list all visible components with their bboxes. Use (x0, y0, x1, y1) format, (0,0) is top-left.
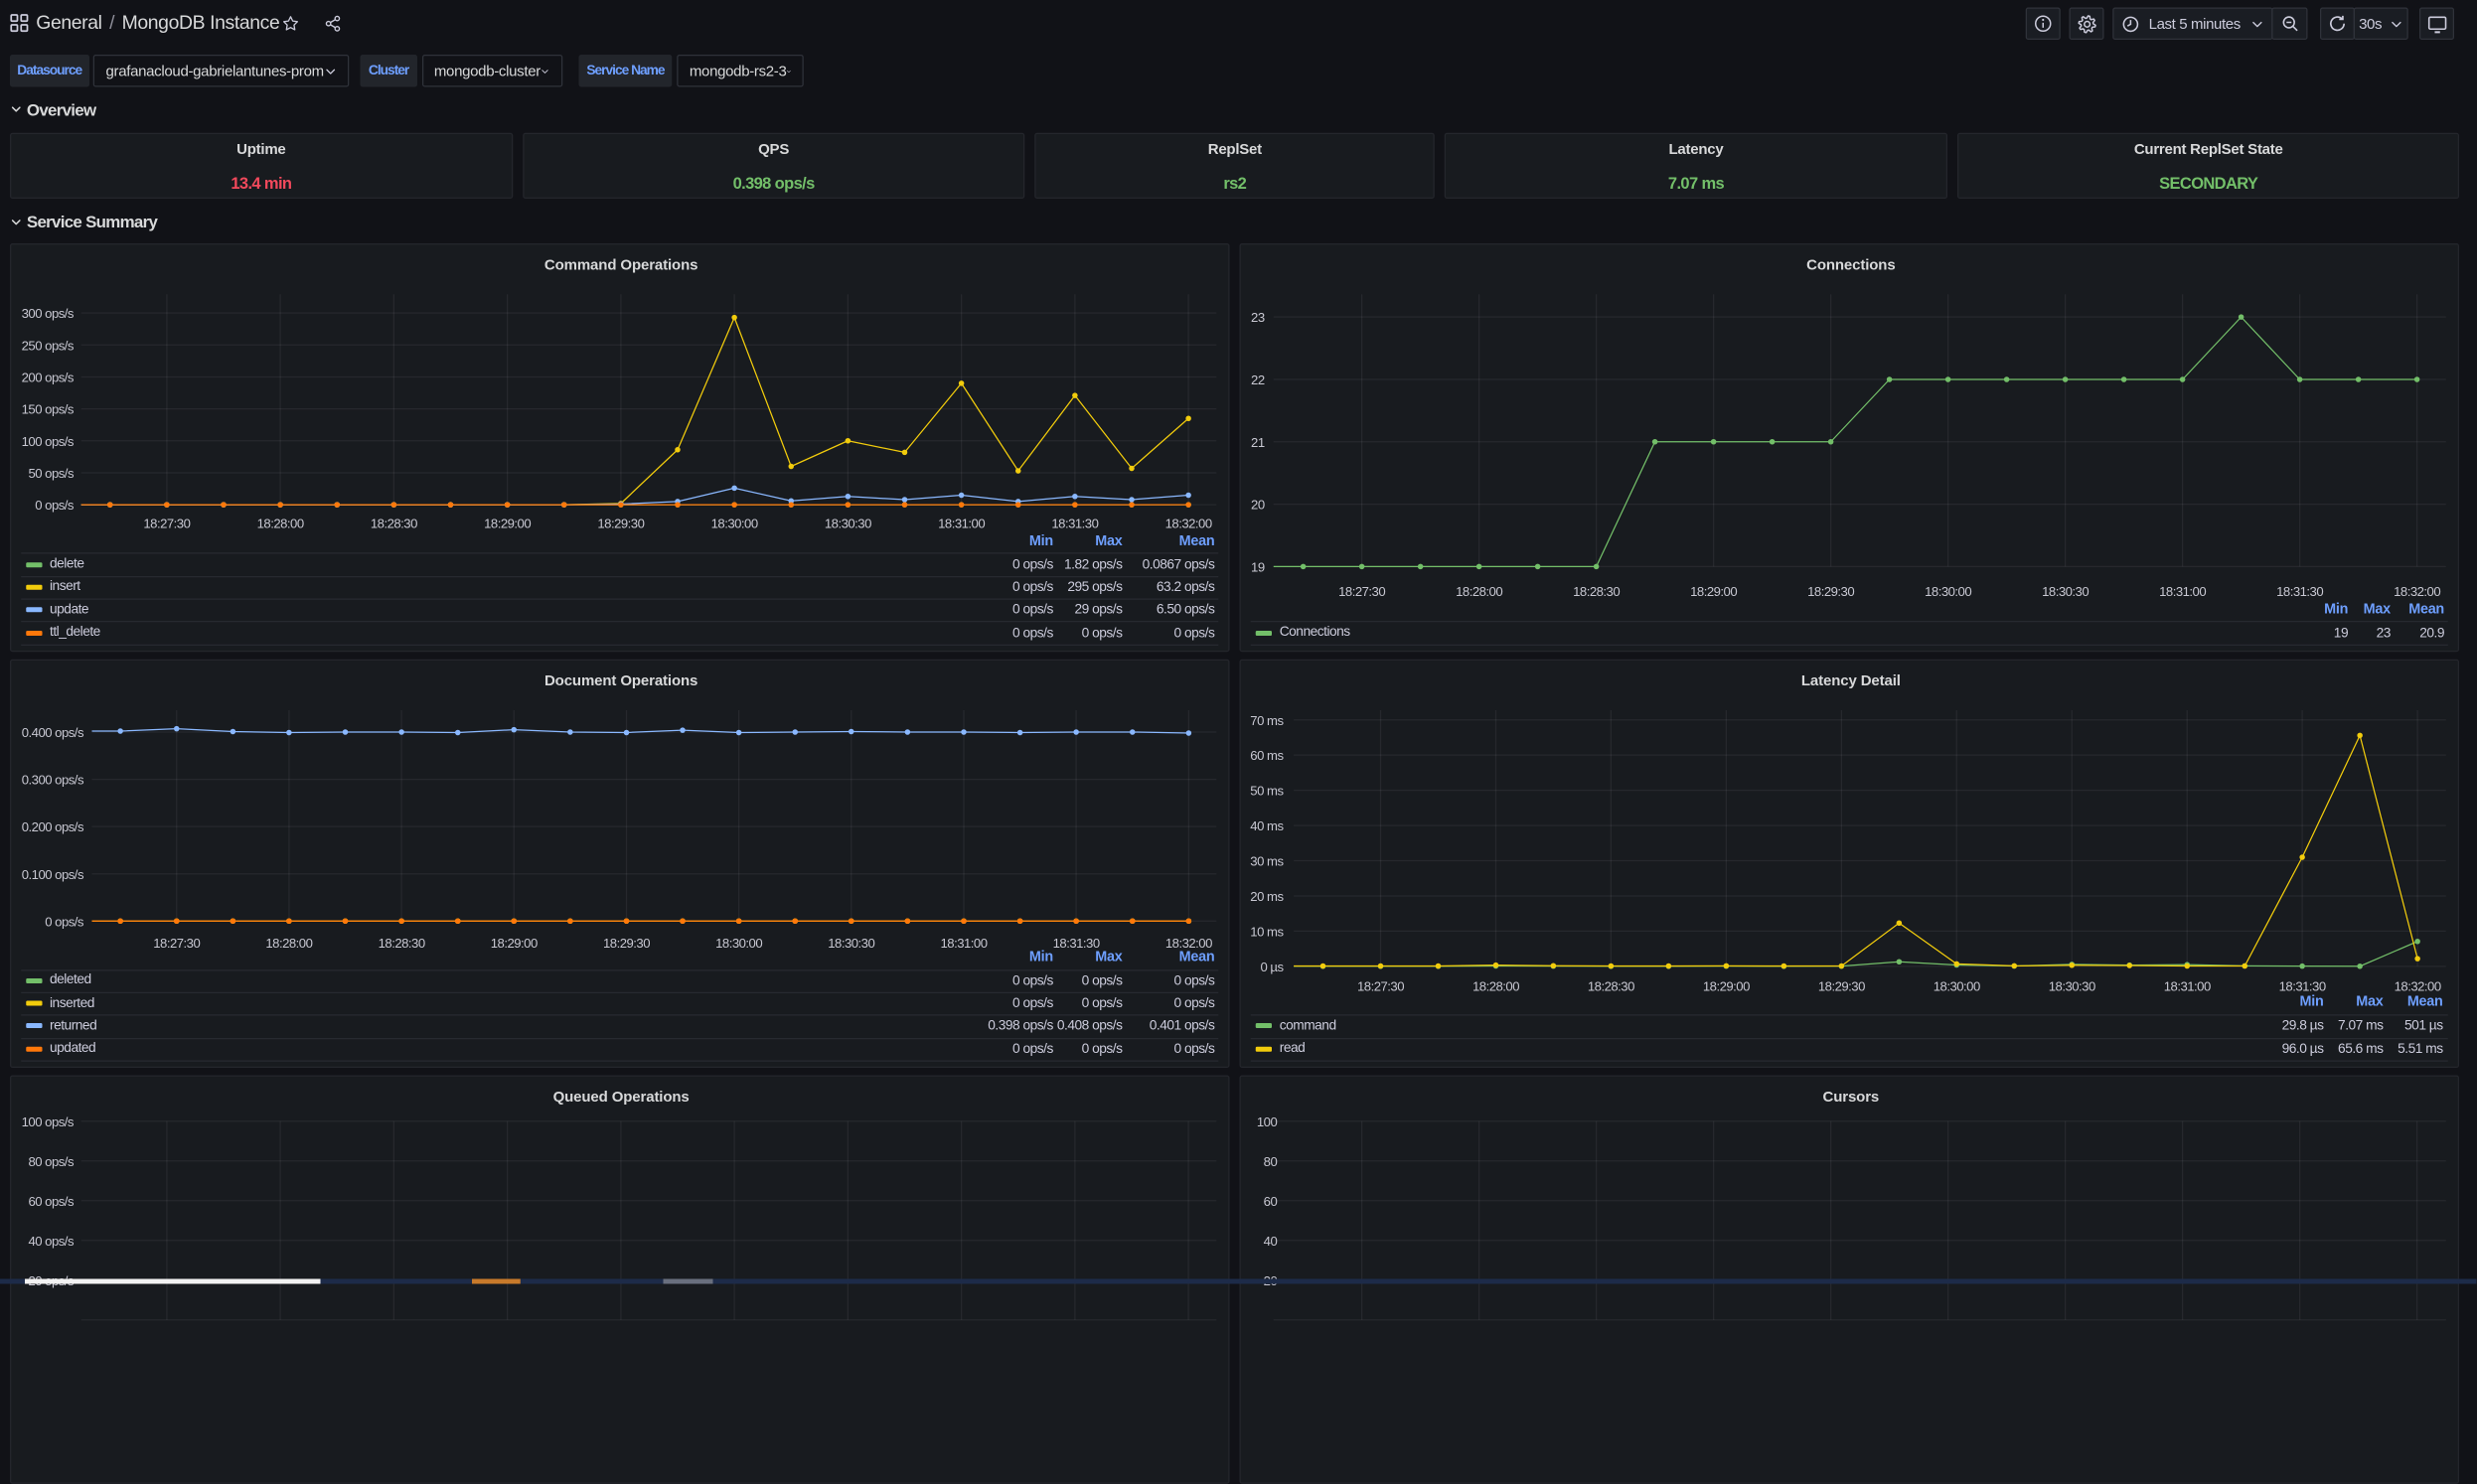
svg-text:18:29:30: 18:29:30 (1807, 584, 1854, 599)
svg-text:300 ops/s: 300 ops/s (22, 306, 75, 321)
svg-text:18:28:30: 18:28:30 (1588, 979, 1634, 994)
svg-text:0.100 ops/s: 0.100 ops/s (22, 867, 84, 882)
svg-text:100 ops/s: 100 ops/s (22, 434, 75, 449)
svg-text:18:28:00: 18:28:00 (1456, 584, 1502, 599)
svg-text:18:31:00: 18:31:00 (2159, 584, 2206, 599)
svg-text:18:30:00: 18:30:00 (715, 936, 762, 951)
svg-text:18:29:00: 18:29:00 (484, 516, 531, 530)
svg-text:18:30:30: 18:30:30 (828, 936, 874, 951)
svg-text:80 ops/s: 80 ops/s (28, 1154, 75, 1169)
svg-text:18:31:00: 18:31:00 (938, 516, 985, 530)
svg-text:18:29:00: 18:29:00 (491, 936, 538, 951)
svg-text:18:32:00: 18:32:00 (1165, 516, 1212, 530)
svg-text:18:28:30: 18:28:30 (379, 936, 425, 951)
svg-text:18:28:30: 18:28:30 (371, 516, 417, 530)
svg-text:40 ops/s: 40 ops/s (28, 1234, 75, 1249)
svg-text:18:30:00: 18:30:00 (1925, 584, 1971, 599)
svg-text:18:27:30: 18:27:30 (153, 936, 200, 951)
svg-text:18:30:30: 18:30:30 (825, 516, 871, 530)
svg-text:18:29:30: 18:29:30 (597, 516, 644, 530)
svg-text:18:27:30: 18:27:30 (1357, 979, 1404, 994)
svg-text:0.200 ops/s: 0.200 ops/s (22, 819, 84, 834)
svg-text:100: 100 (1257, 1114, 1278, 1129)
svg-text:18:28:00: 18:28:00 (265, 936, 312, 951)
svg-text:18:31:00: 18:31:00 (2164, 979, 2211, 994)
svg-text:60 ops/s: 60 ops/s (28, 1194, 75, 1209)
svg-text:18:27:30: 18:27:30 (143, 516, 190, 530)
svg-text:10 ms: 10 ms (1251, 925, 1285, 940)
svg-text:100 ops/s: 100 ops/s (22, 1114, 75, 1129)
svg-text:0.400 ops/s: 0.400 ops/s (22, 725, 84, 740)
svg-text:20: 20 (1251, 498, 1265, 513)
svg-text:18:29:30: 18:29:30 (1818, 979, 1865, 994)
svg-text:0 µs: 0 µs (1261, 960, 1285, 974)
svg-text:18:31:00: 18:31:00 (940, 936, 987, 951)
svg-text:18:29:00: 18:29:00 (1703, 979, 1750, 994)
svg-text:150 ops/s: 150 ops/s (22, 402, 75, 417)
svg-text:0.300 ops/s: 0.300 ops/s (22, 773, 84, 788)
svg-text:18:30:00: 18:30:00 (711, 516, 758, 530)
svg-text:18:31:30: 18:31:30 (2276, 584, 2323, 599)
svg-text:250 ops/s: 250 ops/s (22, 338, 75, 353)
svg-text:18:28:00: 18:28:00 (1472, 979, 1519, 994)
svg-text:21: 21 (1251, 435, 1265, 450)
svg-text:18:30:00: 18:30:00 (1934, 979, 1980, 994)
svg-text:18:31:30: 18:31:30 (1053, 936, 1100, 951)
svg-text:18:27:30: 18:27:30 (1338, 584, 1385, 599)
svg-text:70 ms: 70 ms (1251, 713, 1285, 728)
svg-text:50 ms: 50 ms (1251, 784, 1285, 799)
svg-text:18:28:30: 18:28:30 (1573, 584, 1620, 599)
svg-text:18:30:30: 18:30:30 (2049, 979, 2095, 994)
svg-text:23: 23 (1251, 310, 1265, 325)
svg-text:18:29:00: 18:29:00 (1690, 584, 1737, 599)
svg-text:0 ops/s: 0 ops/s (35, 498, 75, 513)
svg-text:18:32:00: 18:32:00 (2394, 584, 2440, 599)
svg-text:20 ms: 20 ms (1251, 889, 1285, 904)
svg-text:30 ms: 30 ms (1251, 854, 1285, 869)
svg-text:18:29:30: 18:29:30 (603, 936, 650, 951)
svg-text:60: 60 (1264, 1194, 1278, 1209)
svg-text:18:28:00: 18:28:00 (257, 516, 304, 530)
svg-text:40: 40 (1264, 1234, 1278, 1249)
svg-text:50 ops/s: 50 ops/s (28, 466, 75, 481)
svg-text:40 ms: 40 ms (1251, 818, 1285, 833)
svg-text:80: 80 (1264, 1154, 1278, 1169)
svg-text:19: 19 (1251, 559, 1265, 574)
svg-text:22: 22 (1251, 372, 1265, 387)
svg-text:200 ops/s: 200 ops/s (22, 371, 75, 385)
svg-text:18:31:30: 18:31:30 (1051, 516, 1098, 530)
svg-text:18:30:30: 18:30:30 (2042, 584, 2089, 599)
svg-text:60 ms: 60 ms (1251, 748, 1285, 763)
svg-text:0 ops/s: 0 ops/s (45, 914, 84, 929)
